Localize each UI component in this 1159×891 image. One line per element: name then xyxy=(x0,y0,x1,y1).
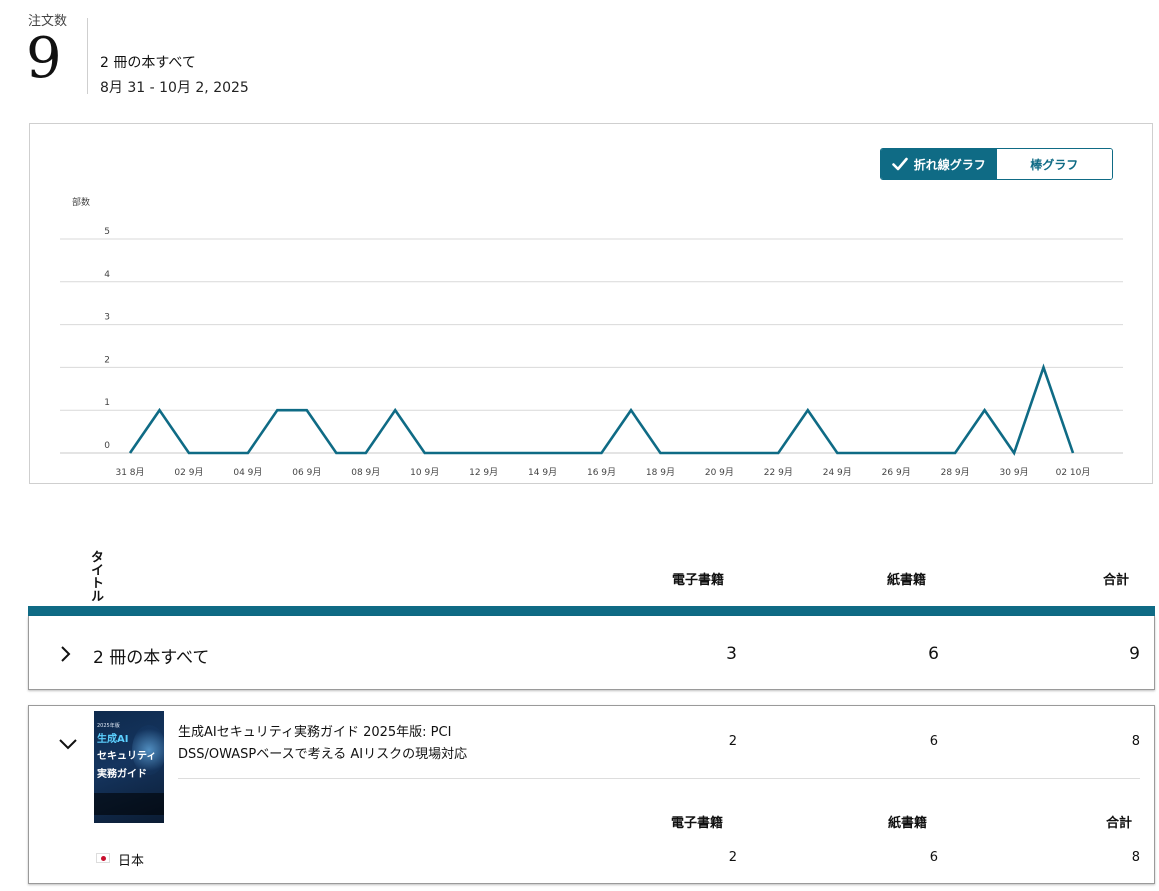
data-point[interactable] xyxy=(301,404,313,416)
chart-grid xyxy=(60,238,1123,454)
data-point[interactable] xyxy=(566,447,578,459)
data-point[interactable] xyxy=(212,447,224,459)
x-tick-label: 18 9月 xyxy=(646,467,675,478)
marketplace-header-total: 合計 xyxy=(1106,816,1133,831)
cover-line-1: 生成AI xyxy=(97,734,129,745)
y-tick-label: 1 xyxy=(104,398,110,408)
x-tick-label: 26 9月 xyxy=(882,467,911,478)
column-header-paper[interactable]: 紙書籍 xyxy=(887,569,926,588)
book-total-count: 8 xyxy=(1131,734,1140,749)
book-title[interactable]: 生成AIセキュリティ実務ガイド 2025年版: PCI DSS/OWASPベース… xyxy=(178,722,508,766)
x-tick-label: 08 9月 xyxy=(351,467,380,478)
data-point[interactable] xyxy=(448,447,460,459)
table-header-bar xyxy=(28,606,1155,616)
x-axis-ticks: 31 8月 02 9月 04 9月 06 9月 08 9月 10 9月 12 9月 14 9月… xyxy=(115,467,1090,478)
marketplace-total-count: 8 xyxy=(1131,850,1140,865)
data-point[interactable] xyxy=(478,447,490,459)
x-tick-label: 20 9月 xyxy=(705,467,734,478)
data-point[interactable] xyxy=(684,447,696,459)
data-point[interactable] xyxy=(1008,447,1020,459)
marketplace-country: 日本 xyxy=(118,854,145,869)
y-tick-label: 4 xyxy=(104,270,110,280)
x-tick-label: 04 9月 xyxy=(233,467,262,478)
book-ebook-count: 2 xyxy=(728,734,737,749)
japan-flag-icon xyxy=(96,853,110,863)
book-cover-image[interactable]: 2025年版 生成AI セキュリティ 実務ガイド xyxy=(94,711,164,823)
y-axis-label: 部数 xyxy=(72,196,90,208)
data-point[interactable] xyxy=(772,447,784,459)
data-point[interactable] xyxy=(183,447,195,459)
x-tick-label: 02 10月 xyxy=(1056,467,1091,478)
data-point[interactable] xyxy=(360,447,372,459)
marketplace-ebook-count: 2 xyxy=(728,850,737,865)
data-point[interactable] xyxy=(507,447,519,459)
data-point[interactable] xyxy=(330,447,342,459)
data-point[interactable] xyxy=(625,404,637,416)
data-point[interactable] xyxy=(537,447,549,459)
x-tick-label: 24 9月 xyxy=(823,467,852,478)
cover-edition: 2025年版 xyxy=(97,723,120,729)
data-point[interactable] xyxy=(389,404,401,416)
summary-paper-count: 6 xyxy=(928,644,939,664)
y-tick-label: 3 xyxy=(104,313,110,323)
data-point[interactable] xyxy=(802,404,814,416)
marketplace-header-ebook: 電子書籍 xyxy=(671,816,724,831)
x-tick-label: 12 9月 xyxy=(469,467,498,478)
x-tick-label: 22 9月 xyxy=(764,467,793,478)
data-point[interactable] xyxy=(743,447,755,459)
data-point[interactable] xyxy=(1067,447,1079,459)
orders-line-chart: 部数 0 1 2 3 4 5 31 8月 02 9月 04 9月 06 9月 08 9月 10 9月… xyxy=(60,196,1123,478)
y-tick-label: 2 xyxy=(104,355,110,365)
column-header-title[interactable]: タイトル xyxy=(78,550,103,602)
x-tick-label: 16 9月 xyxy=(587,467,616,478)
data-point[interactable] xyxy=(654,447,666,459)
book-row-divider xyxy=(178,778,1140,779)
column-header-total[interactable]: 合計 xyxy=(1103,569,1129,588)
data-point[interactable] xyxy=(242,447,254,459)
column-header-ebook[interactable]: 電子書籍 xyxy=(672,569,724,588)
x-tick-label: 02 9月 xyxy=(174,467,203,478)
data-point[interactable] xyxy=(890,447,902,459)
data-point[interactable] xyxy=(596,447,608,459)
marketplace-header-paper: 紙書籍 xyxy=(888,816,928,831)
y-axis-ticks: 0 1 2 3 4 5 xyxy=(104,227,110,451)
summary-total-count: 9 xyxy=(1129,644,1140,664)
data-point[interactable] xyxy=(920,447,932,459)
summary-row-label: 2 冊の本すべて xyxy=(93,648,210,668)
x-tick-label: 30 9月 xyxy=(1000,467,1029,478)
chevron-down-icon[interactable] xyxy=(58,736,78,752)
x-tick-label: 10 9月 xyxy=(410,467,439,478)
marketplace-paper-count: 6 xyxy=(929,850,938,865)
data-point[interactable] xyxy=(271,404,283,416)
data-point[interactable] xyxy=(124,447,136,459)
x-tick-label: 28 9月 xyxy=(941,467,970,478)
summary-ebook-count: 3 xyxy=(726,644,737,664)
book-paper-count: 6 xyxy=(929,734,938,749)
data-point[interactable] xyxy=(861,447,873,459)
chevron-right-icon[interactable] xyxy=(58,645,74,663)
cover-line-3: 実務ガイド xyxy=(97,769,147,780)
y-tick-label: 0 xyxy=(104,441,110,451)
cover-line-2: セキュリティ xyxy=(97,751,157,762)
data-point[interactable] xyxy=(831,447,843,459)
x-tick-label: 14 9月 xyxy=(528,467,557,478)
data-point[interactable] xyxy=(949,447,961,459)
data-point[interactable] xyxy=(419,447,431,459)
x-tick-label: 31 8月 xyxy=(115,467,144,478)
y-tick-label: 5 xyxy=(104,227,110,237)
data-point[interactable] xyxy=(153,404,165,416)
data-point[interactable] xyxy=(713,447,725,459)
data-point[interactable] xyxy=(979,404,991,416)
x-tick-label: 06 9月 xyxy=(292,467,321,478)
data-point[interactable] xyxy=(1038,361,1050,373)
